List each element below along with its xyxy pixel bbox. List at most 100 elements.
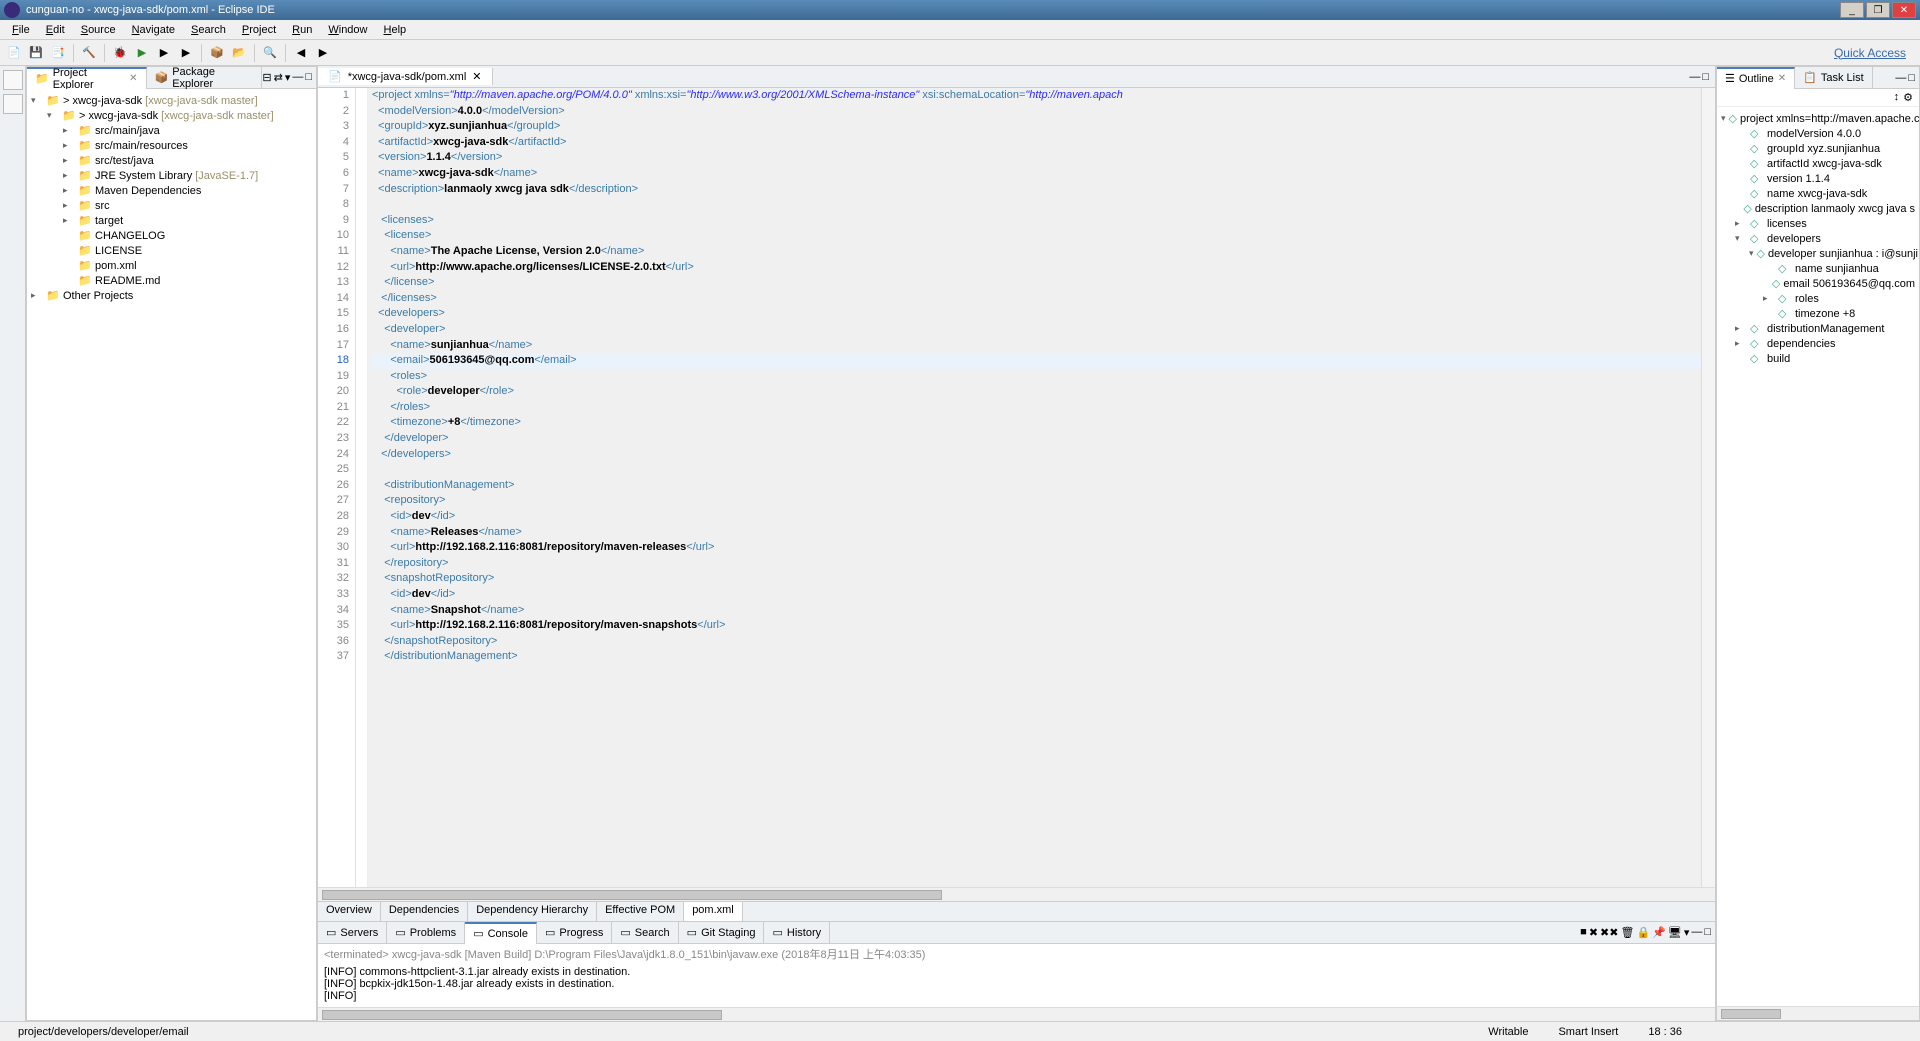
coverage-button[interactable]: ▶ xyxy=(154,43,174,63)
run-button[interactable]: ▶ xyxy=(132,43,152,63)
view-tab-search[interactable]: ▭Search xyxy=(612,922,678,944)
close-icon[interactable]: ✕ xyxy=(129,73,137,84)
outline-item[interactable]: ◇version 1.1.4 xyxy=(1721,171,1915,186)
tree-item[interactable]: ▸📁src/test/java xyxy=(31,153,312,168)
tree-item[interactable]: ▸📁Maven Dependencies xyxy=(31,183,312,198)
tab-outline[interactable]: ☰ Outline ✕ xyxy=(1717,67,1795,89)
outline-item[interactable]: ▾◇developers xyxy=(1721,231,1915,246)
maximize-icon[interactable]: □ xyxy=(1702,71,1709,83)
new-class-button[interactable]: 📦 xyxy=(207,43,227,63)
sort-icon[interactable]: ↕ xyxy=(1894,91,1900,104)
pom-tab-pom.xml[interactable]: pom.xml xyxy=(684,902,743,921)
clear-icon[interactable]: 🗑 xyxy=(1620,926,1634,939)
outline-item[interactable]: ▸◇roles xyxy=(1721,291,1915,306)
minimize-icon[interactable]: — xyxy=(1689,71,1700,83)
overview-ruler[interactable] xyxy=(1701,88,1715,887)
xml-editor[interactable]: 1234567891011121314151617181920212223242… xyxy=(318,88,1715,887)
view-tab-problems[interactable]: ▭Problems xyxy=(387,922,465,944)
view-tab-history[interactable]: ▭History xyxy=(764,922,830,944)
menu-project[interactable]: Project xyxy=(234,22,284,38)
menu-run[interactable]: Run xyxy=(284,22,320,38)
debug-button[interactable]: 🐞 xyxy=(110,43,130,63)
outline-item[interactable]: ◇name sunjianhua xyxy=(1721,261,1915,276)
forward-button[interactable]: ▶ xyxy=(313,43,333,63)
build-button[interactable]: 🔨 xyxy=(79,43,99,63)
menu-help[interactable]: Help xyxy=(376,22,415,38)
run-last-button[interactable]: ▶ xyxy=(176,43,196,63)
pin-icon[interactable]: 📌 xyxy=(1652,926,1666,939)
scroll-lock-icon[interactable]: 🔒 xyxy=(1636,926,1650,939)
tab-project-explorer[interactable]: 📁 Project Explorer ✕ xyxy=(27,67,147,89)
tree-item[interactable]: ▸📁target xyxy=(31,213,312,228)
tree-item[interactable]: ▸📁src/main/resources xyxy=(31,138,312,153)
outline-item[interactable]: ◇email 506193645@qq.com xyxy=(1721,276,1915,291)
tree-item[interactable]: ▾📁> xwcg-java-sdk [xwcg-java-sdk master] xyxy=(31,108,312,123)
maximize-icon[interactable]: □ xyxy=(305,71,312,84)
view-menu-icon[interactable]: ▾ xyxy=(285,71,291,84)
view-tab-git-staging[interactable]: ▭Git Staging xyxy=(679,922,765,944)
editor-hscroll[interactable] xyxy=(318,887,1715,901)
outline-item[interactable]: ◇modelVersion 4.0.0 xyxy=(1721,126,1915,141)
menu-search[interactable]: Search xyxy=(183,22,234,38)
close-icon[interactable]: ✕ xyxy=(1778,73,1786,84)
outline-item[interactable]: ▾◇project xmlns=http://maven.apache.c xyxy=(1721,111,1915,126)
tree-item[interactable]: 📁README.md xyxy=(31,273,312,288)
search-button[interactable]: 🔍 xyxy=(260,43,280,63)
outline-item[interactable]: ◇groupId xyz.sunjianhua xyxy=(1721,141,1915,156)
tree-item[interactable]: 📁pom.xml xyxy=(31,258,312,273)
project-tree[interactable]: ▾📁> xwcg-java-sdk [xwcg-java-sdk master]… xyxy=(27,89,316,1020)
filter-icon[interactable]: ⚙ xyxy=(1903,91,1913,104)
terminate-icon[interactable]: ■ xyxy=(1580,926,1587,939)
remove-icon[interactable]: ✖ xyxy=(1589,926,1598,939)
outline-item[interactable]: ◇description lanmaoly xwcg java s xyxy=(1721,201,1915,216)
pom-tab-overview[interactable]: Overview xyxy=(318,902,381,921)
menu-source[interactable]: Source xyxy=(73,22,124,38)
save-button[interactable]: 💾 xyxy=(26,43,46,63)
display-icon[interactable]: 🖥 xyxy=(1668,926,1682,939)
editor-tab-pom[interactable]: 📄 *xwcg-java-sdk/pom.xml ✕ xyxy=(318,68,493,85)
maximize-icon[interactable]: □ xyxy=(1908,72,1915,84)
close-icon[interactable]: ✕ xyxy=(472,70,481,83)
tab-package-explorer[interactable]: 📦 Package Explorer xyxy=(147,67,263,89)
console-hscroll[interactable] xyxy=(318,1007,1715,1021)
remove-all-icon[interactable]: ✖✖ xyxy=(1600,926,1618,939)
view-tab-progress[interactable]: ▭Progress xyxy=(537,922,612,944)
back-button[interactable]: ◀ xyxy=(291,43,311,63)
maximize-icon[interactable]: □ xyxy=(1704,926,1711,939)
minimize-icon[interactable]: — xyxy=(1895,72,1906,84)
tree-item[interactable]: 📁LICENSE xyxy=(31,243,312,258)
outline-item[interactable]: ▸◇distributionManagement xyxy=(1721,321,1915,336)
tab-task-list[interactable]: 📋 Task List xyxy=(1795,67,1873,89)
perspective-java-button[interactable] xyxy=(3,94,23,114)
outline-item[interactable]: ◇name xwcg-java-sdk xyxy=(1721,186,1915,201)
outline-item[interactable]: ▸◇licenses xyxy=(1721,216,1915,231)
new-button[interactable]: 📄 xyxy=(4,43,24,63)
outline-item[interactable]: ▸◇dependencies xyxy=(1721,336,1915,351)
tree-item[interactable]: ▸📁src/main/java xyxy=(31,123,312,138)
outline-hscroll[interactable] xyxy=(1717,1006,1919,1020)
tree-item[interactable]: ▸📁Other Projects xyxy=(31,288,312,303)
open-console-icon[interactable]: ▾ xyxy=(1684,926,1690,939)
perspective-button[interactable] xyxy=(3,70,23,90)
menu-navigate[interactable]: Navigate xyxy=(124,22,183,38)
tree-item[interactable]: 📁CHANGELOG xyxy=(31,228,312,243)
outline-item[interactable]: ◇artifactId xwcg-java-sdk xyxy=(1721,156,1915,171)
save-all-button[interactable]: 📑 xyxy=(48,43,68,63)
tree-item[interactable]: ▸📁JRE System Library [JavaSE-1.7] xyxy=(31,168,312,183)
close-button[interactable]: ✕ xyxy=(1892,2,1916,18)
folding-ruler[interactable] xyxy=(356,88,368,887)
outline-item[interactable]: ◇timezone +8 xyxy=(1721,306,1915,321)
menu-window[interactable]: Window xyxy=(320,22,375,38)
view-tab-console[interactable]: ▭Console xyxy=(465,922,537,944)
outline-tree[interactable]: ▾◇project xmlns=http://maven.apache.c ◇m… xyxy=(1717,107,1919,1006)
view-tab-servers[interactable]: ▭Servers xyxy=(318,922,387,944)
outline-item[interactable]: ▾◇developer sunjianhua : i@sunji xyxy=(1721,246,1915,261)
new-package-button[interactable]: 📂 xyxy=(229,43,249,63)
console-output[interactable]: [INFO] commons-httpclient-3.1.jar alread… xyxy=(318,964,1715,1007)
minimize-button[interactable]: _ xyxy=(1840,2,1864,18)
link-editor-icon[interactable]: ⇄ xyxy=(274,71,283,84)
code-body[interactable]: <project xmlns="http://maven.apache.org/… xyxy=(368,88,1701,887)
outline-item[interactable]: ◇build xyxy=(1721,351,1915,366)
quick-access[interactable]: Quick Access xyxy=(1834,46,1916,60)
pom-tab-dependencies[interactable]: Dependencies xyxy=(381,902,468,921)
